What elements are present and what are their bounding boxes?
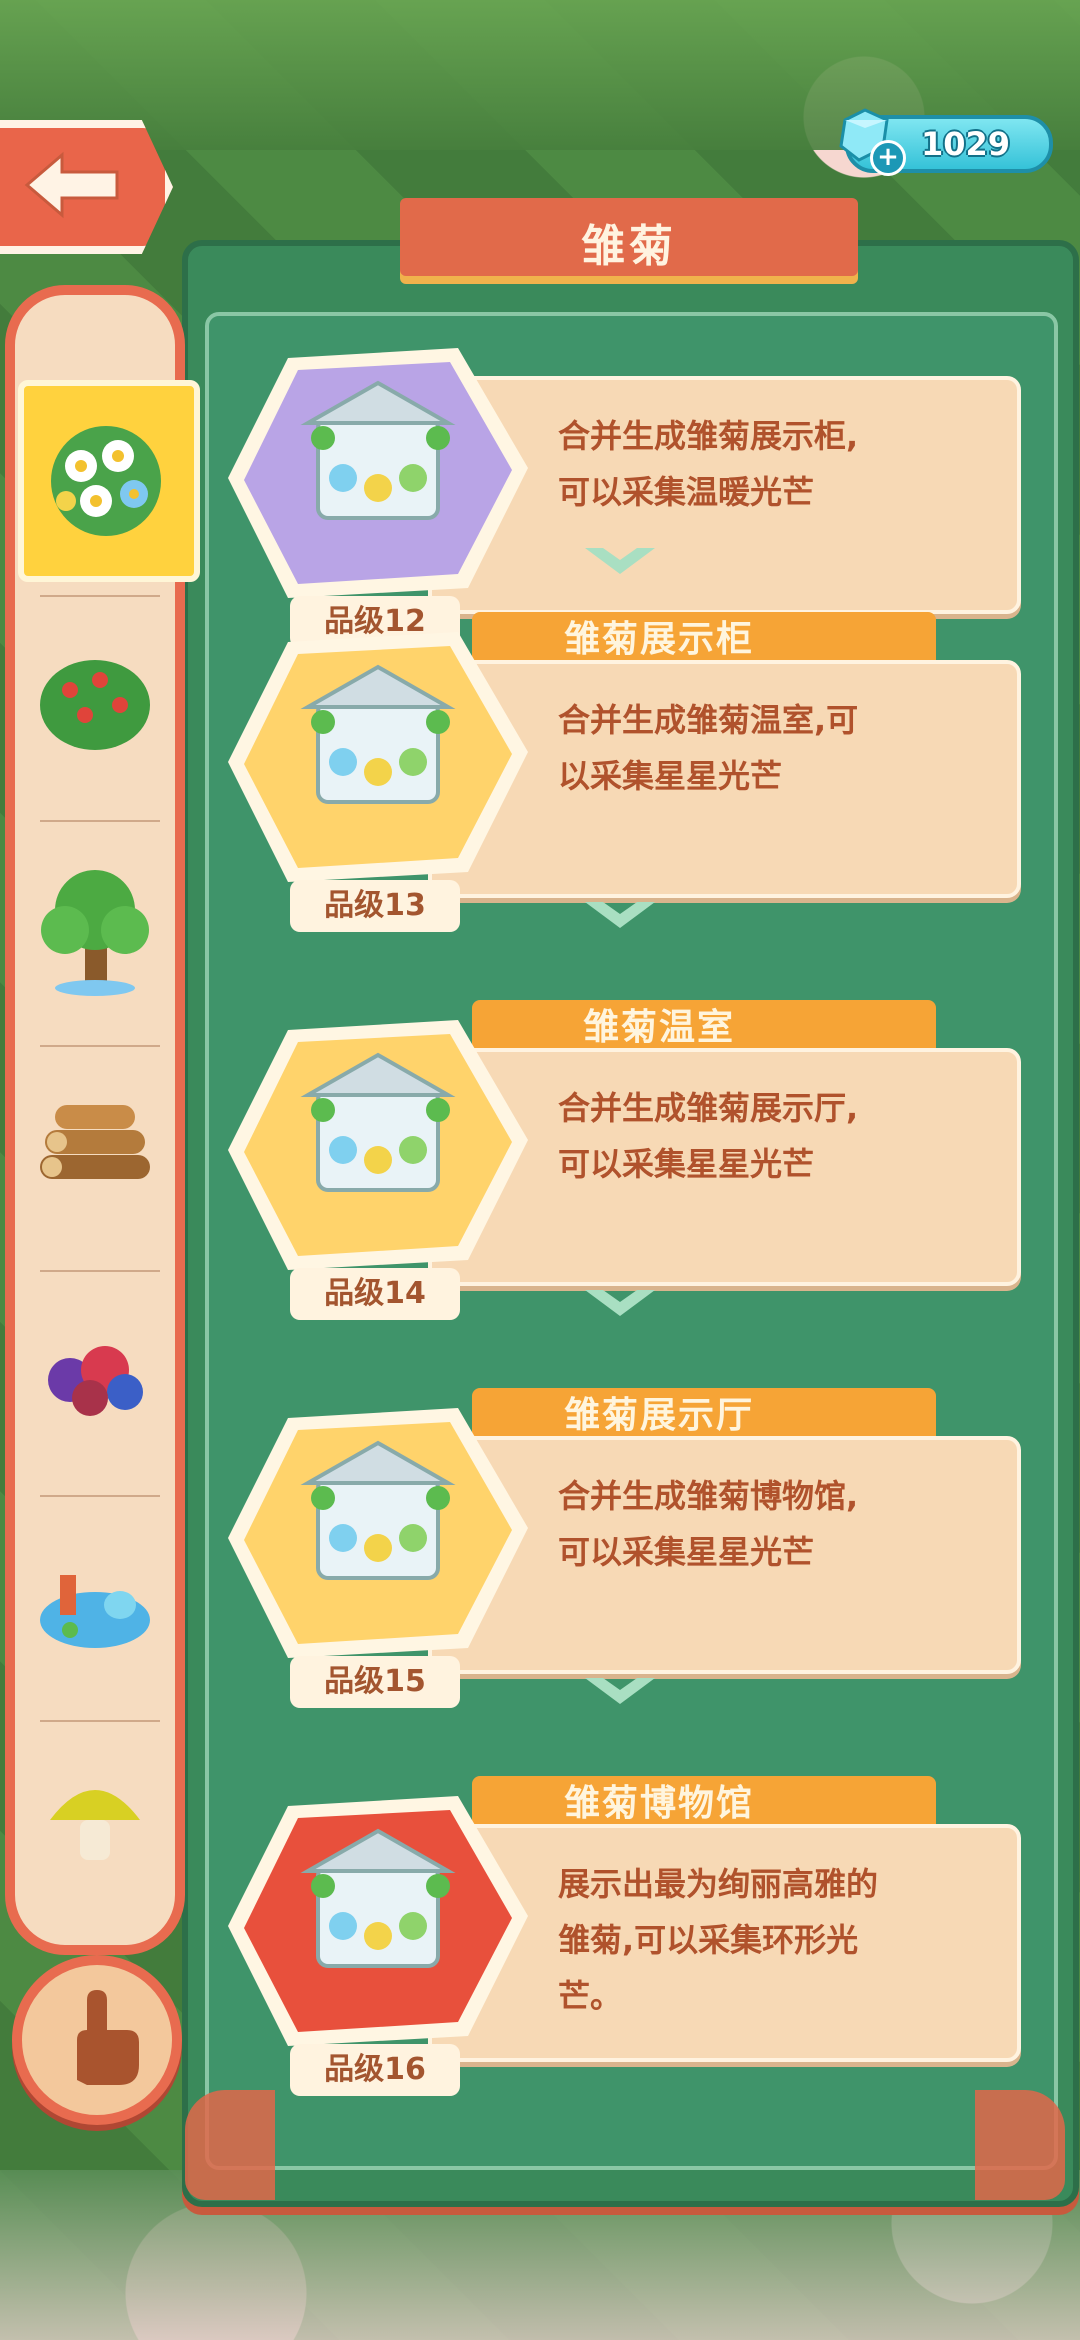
panel-corner-left <box>185 2090 275 2200</box>
sidebar-divider <box>40 1270 160 1272</box>
item-artwork-icon <box>228 1796 528 2046</box>
wood-logs-icon <box>40 1105 150 1179</box>
hand-pointer-icon <box>77 1990 139 2085</box>
chevron-down-icon <box>585 1290 655 1324</box>
category-tab-berries[interactable] <box>18 1290 168 1480</box>
collection-entry[interactable]: 雏菊温室 合并生成雏菊展示厅, 可以采集星星光芒 品级14 <box>228 1000 1021 1330</box>
chevron-down-icon <box>585 902 655 936</box>
category-tab-mushroom[interactable] <box>18 1740 168 1860</box>
pond-icon <box>40 1575 150 1648</box>
category-tab-berry-bush[interactable] <box>18 615 168 805</box>
panel-corner-right <box>975 2090 1065 2200</box>
entry-description-line: 芒。 <box>558 1977 623 2015</box>
entry-description-line: 可以采集星星光芒 <box>558 1533 815 1571</box>
collection-entry[interactable]: 合并生成雏菊展示柜, 可以采集温暖光芒 品级12 <box>228 328 1021 658</box>
sidebar-divider <box>40 1045 160 1047</box>
item-artwork-icon <box>228 1020 528 1270</box>
tree-icon <box>41 870 149 996</box>
entry-description: 合并生成雏菊温室,可 以采集星星光芒 <box>558 692 978 804</box>
entry-description: 合并生成雏菊博物馆, 可以采集星星光芒 <box>558 1468 978 1580</box>
grade-badge: 品级15 <box>290 1656 460 1708</box>
panel-title: 雏菊 <box>581 221 677 272</box>
category-tab-wood[interactable] <box>18 1065 168 1255</box>
chevron-down-icon <box>585 548 655 582</box>
entry-description: 合并生成雏菊展示柜, 可以采集温暖光芒 <box>558 408 978 520</box>
grade-badge: 品级13 <box>290 880 460 932</box>
entry-description-line: 可以采集温暖光芒 <box>558 473 815 511</box>
category-tab-tree[interactable] <box>18 840 168 1030</box>
entry-description: 合并生成雏菊展示厅, 可以采集星星光芒 <box>558 1080 978 1192</box>
grade-badge: 品级14 <box>290 1268 460 1320</box>
entry-description: 展示出最为绚丽高雅的 雏菊,可以采集环形光 芒。 <box>558 1856 978 2024</box>
collection-entry[interactable]: 雏菊展示柜 合并生成雏菊温室,可 以采集星星光芒 品级13 <box>228 612 1021 942</box>
entry-description-line: 合并生成雏菊温室,可 <box>558 701 859 739</box>
sidebar-divider <box>40 820 160 822</box>
back-arrow-icon <box>24 151 119 219</box>
entry-description-line: 展示出最为绚丽高雅的 <box>558 1865 879 1903</box>
hand-tool-button[interactable] <box>12 1955 182 2125</box>
entry-description-line: 可以采集星星光芒 <box>558 1145 815 1183</box>
collection-entry[interactable]: 雏菊展示厅 合并生成雏菊博物馆, 可以采集星星光芒 品级15 <box>228 1388 1021 1718</box>
daisy-bouquet-icon <box>51 426 161 536</box>
chevron-down-icon <box>585 1678 655 1712</box>
sidebar-divider <box>40 1720 160 1722</box>
item-artwork-icon <box>228 632 528 882</box>
collection-entry[interactable]: 雏菊博物馆 展示出最为绚丽高雅的 雏菊,可以采集环形光 芒。 品级16 <box>228 1776 1021 2106</box>
entry-description-line: 以采集星星光芒 <box>558 757 783 795</box>
berry-bush-icon <box>40 660 150 750</box>
entry-description-line: 合并生成雏菊展示厅, <box>558 1089 859 1127</box>
gem-count: 1029 <box>921 125 1011 163</box>
entry-description-line: 合并生成雏菊展示柜, <box>558 417 859 455</box>
category-tab-pond[interactable] <box>18 1515 168 1705</box>
back-button[interactable] <box>0 120 173 254</box>
mushroom-icon <box>50 1790 140 1860</box>
item-artwork-icon <box>228 1408 528 1658</box>
sidebar-divider <box>40 595 160 597</box>
entry-description-line: 合并生成雏菊博物馆, <box>558 1477 859 1515</box>
sidebar-divider <box>40 1495 160 1497</box>
item-artwork-icon <box>228 348 528 598</box>
berries-pile-icon <box>48 1346 143 1416</box>
grade-badge: 品级16 <box>290 2044 460 2096</box>
category-tab-daisy[interactable] <box>18 380 200 582</box>
add-gems-button[interactable]: + <box>870 140 906 176</box>
entry-description-line: 雏菊,可以采集环形光 <box>558 1921 859 1959</box>
